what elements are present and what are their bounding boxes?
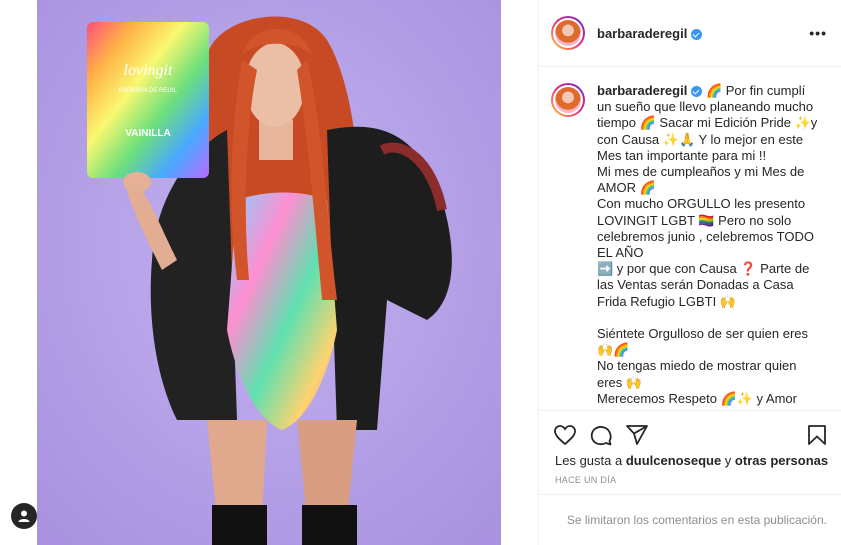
author-avatar[interactable] xyxy=(551,16,585,50)
profile-icon[interactable] xyxy=(11,503,37,529)
user-icon xyxy=(18,510,30,522)
caption-body: 🌈 Por fin cumplí un sueño que llevo plan… xyxy=(597,83,818,406)
instagram-post-view: lovingit BARBARA DE REGIL VAINILLA barba… xyxy=(0,0,841,545)
like-button[interactable] xyxy=(553,423,577,447)
other-likers-link[interactable]: otras personas xyxy=(735,453,828,468)
product-brand-text: lovingit xyxy=(124,62,173,79)
product-flavor-text: VAINILLA xyxy=(125,128,170,139)
caption-verified-icon xyxy=(691,86,703,98)
save-button[interactable] xyxy=(805,423,829,447)
bookmark-icon xyxy=(808,425,826,445)
likes-summary: Les gusta a duulcenoseque y otras person… xyxy=(555,453,829,468)
comment-icon xyxy=(590,426,612,446)
product-line-text: BARBARA DE REGIL xyxy=(119,88,178,94)
liker-username[interactable]: duulcenoseque xyxy=(626,453,721,468)
share-button[interactable] xyxy=(625,423,649,447)
caption-username[interactable]: barbaraderegil xyxy=(597,83,687,98)
share-icon xyxy=(626,425,648,445)
verified-badge-icon xyxy=(691,28,703,40)
more-options-icon[interactable]: ••• xyxy=(809,25,827,41)
post-header: barbaraderegil ••• xyxy=(539,0,841,67)
caption-area: barbaraderegil 🌈 Por fin cumplí un sueño… xyxy=(539,67,841,410)
photo-illustration: lovingit BARBARA DE REGIL VAINILLA xyxy=(37,0,501,545)
author-username[interactable]: barbaraderegil xyxy=(597,26,703,41)
heart-icon xyxy=(554,425,576,446)
comments-disabled-notice: Se limitaron los comentarios en esta pub… xyxy=(539,494,841,545)
post-photo[interactable]: lovingit BARBARA DE REGIL VAINILLA xyxy=(37,0,501,545)
caption-row: barbaraderegil 🌈 Por fin cumplí un sueño… xyxy=(539,67,841,407)
post-details-panel: barbaraderegil ••• barbaraderegil 🌈 Por … xyxy=(538,0,841,545)
comment-button[interactable] xyxy=(589,423,613,447)
caption-text: barbaraderegil 🌈 Por fin cumplí un sueño… xyxy=(597,83,819,407)
action-bar xyxy=(539,410,841,455)
caption-avatar[interactable] xyxy=(551,83,585,117)
post-timestamp[interactable]: HACE UN DÍA xyxy=(555,475,616,485)
